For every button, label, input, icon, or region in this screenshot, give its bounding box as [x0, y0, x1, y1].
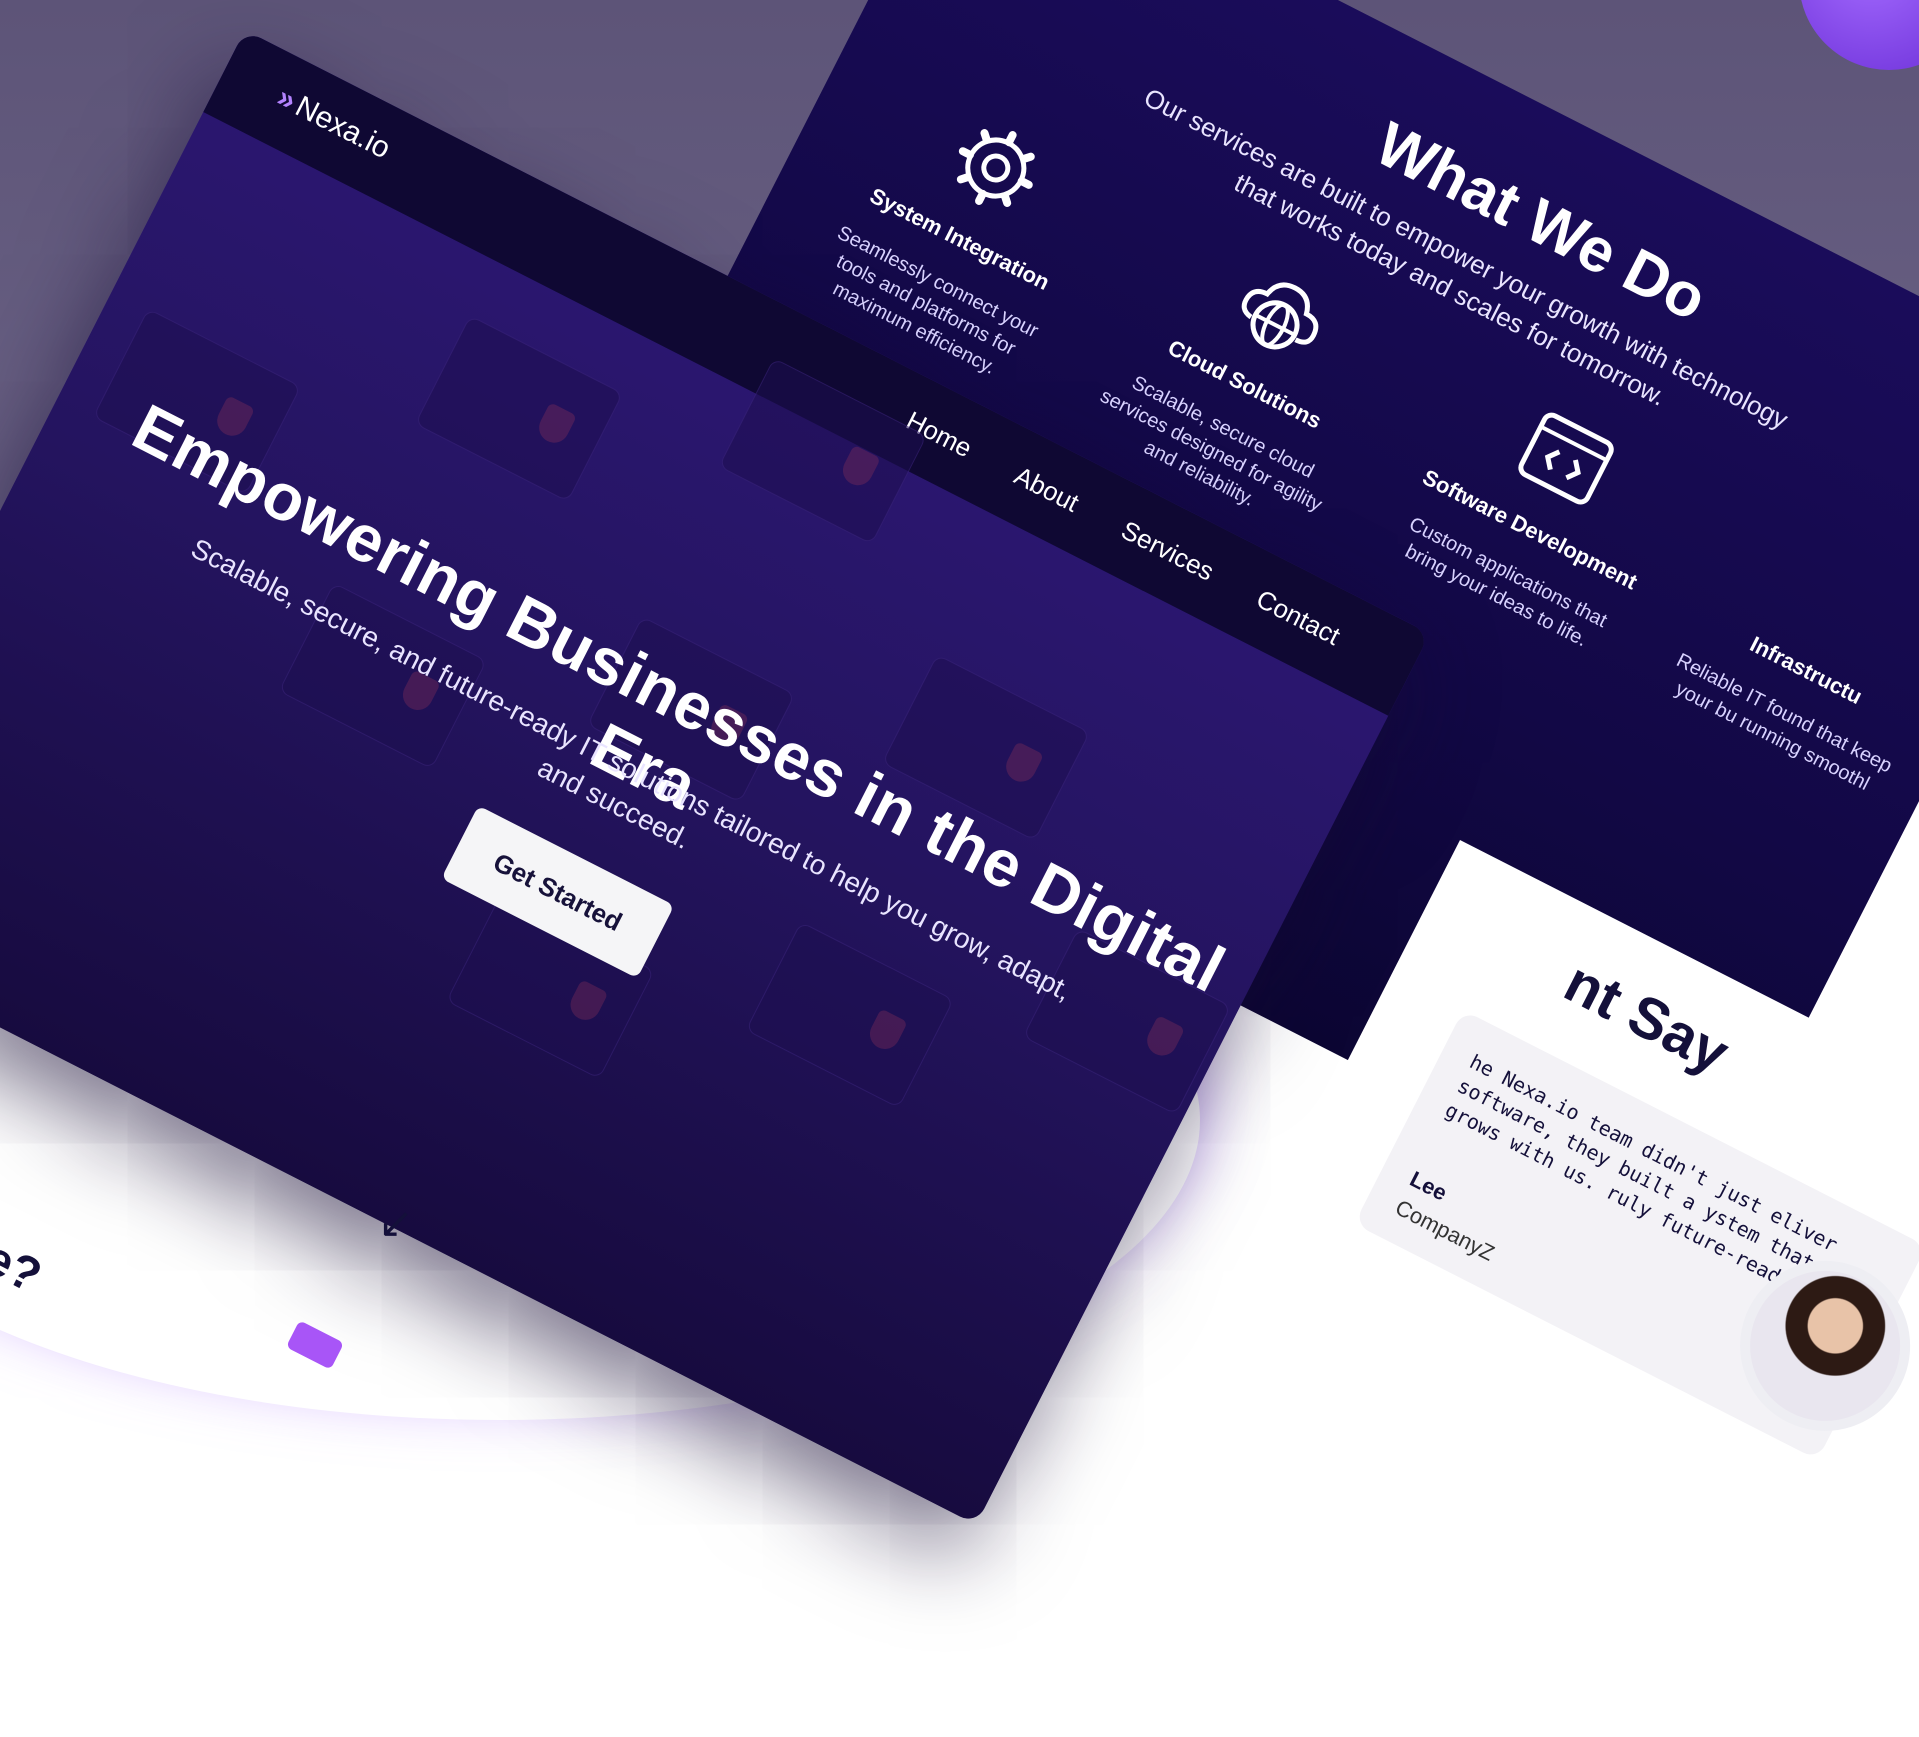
nav-contact[interactable]: Contact [1251, 584, 1345, 652]
testimonial-company: CompanyZ [1391, 1194, 1499, 1266]
chevrons-icon: » [271, 80, 297, 115]
shield-icon [565, 979, 609, 1026]
arrow-down-left-icon: ↙ [378, 1199, 414, 1246]
code-window-icon [1506, 398, 1627, 519]
shield-icon [837, 444, 881, 491]
service-card-infrastructure: Infrastructu Reliable IT found that keep… [1651, 500, 1919, 807]
cloud-globe-icon [1220, 253, 1341, 374]
shield-icon [533, 402, 578, 448]
nav-about[interactable]: About [1009, 460, 1084, 518]
testimonials-title: nt Say [1554, 949, 1740, 1087]
shield-icon [1000, 741, 1045, 787]
laptop-icon [414, 315, 624, 503]
shield-icon [864, 1008, 908, 1055]
nav-services[interactable]: Services [1116, 515, 1219, 588]
infrastructure-icon [1782, 539, 1903, 660]
logo-text: Nexa.io [290, 89, 396, 166]
gear-icon [935, 107, 1056, 228]
